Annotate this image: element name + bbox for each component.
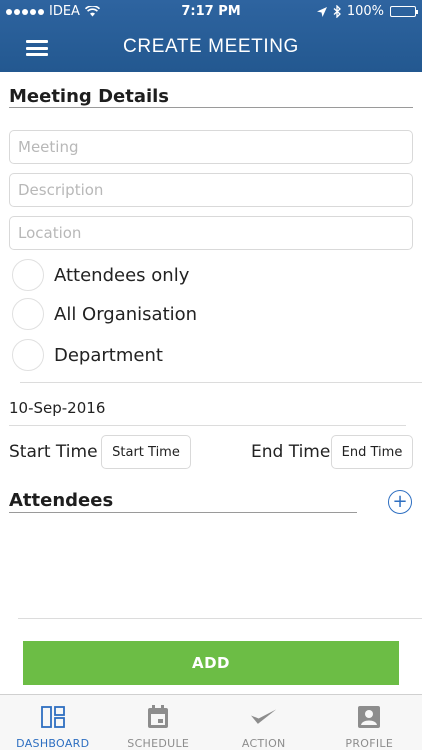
divider <box>20 382 422 383</box>
checkmark-icon <box>250 704 277 729</box>
tab-label: SCHEDULE <box>127 737 190 750</box>
battery-icon <box>390 6 418 17</box>
profile-icon <box>356 704 382 729</box>
tab-label: DASHBOARD <box>16 737 90 750</box>
status-bar: IDEA 7:17 PM 100% <box>0 0 422 24</box>
radio-label: Attendees only <box>54 264 190 286</box>
divider <box>9 425 406 426</box>
tab-bar: DASHBOARD SCHEDULE ACTION PROFILE <box>0 694 422 750</box>
radio-label: All Organisation <box>54 303 198 325</box>
attendees-heading: Attendees <box>9 490 114 511</box>
location-arrow-icon <box>316 6 327 17</box>
tab-schedule[interactable]: SCHEDULE <box>106 695 212 750</box>
app-header: IDEA 7:17 PM 100% CREATE MEETING <box>0 0 422 72</box>
tab-label: PROFILE <box>345 737 394 750</box>
meeting-date[interactable]: 10-Sep-2016 <box>9 399 105 417</box>
bluetooth-icon <box>333 5 341 18</box>
tab-dashboard[interactable]: DASHBOARD <box>0 695 106 750</box>
radio-button[interactable] <box>12 259 44 291</box>
meeting-details-heading: Meeting Details <box>9 86 170 107</box>
add-attendee-icon[interactable]: + <box>388 490 412 514</box>
radio-button[interactable] <box>12 298 44 330</box>
divider <box>9 512 357 513</box>
radio-department[interactable]: Department <box>12 339 163 371</box>
meeting-input[interactable] <box>9 130 413 164</box>
page-title: CREATE MEETING <box>123 36 299 57</box>
start-time-button[interactable]: Start Time <box>101 435 191 469</box>
radio-label: Department <box>54 344 163 366</box>
radio-button[interactable] <box>12 339 44 371</box>
end-time-label: End Time <box>251 442 331 462</box>
radio-attendees-only[interactable]: Attendees only <box>12 259 189 291</box>
end-time-button[interactable]: End Time <box>331 435 413 469</box>
location-input[interactable] <box>9 216 413 250</box>
dashboard-icon <box>40 704 66 729</box>
tab-label: ACTION <box>241 737 286 750</box>
radio-all-organisation[interactable]: All Organisation <box>12 298 197 330</box>
calendar-icon <box>145 704 171 729</box>
start-time-label: Start Time <box>9 442 98 462</box>
add-button[interactable]: ADD <box>23 641 399 685</box>
tab-profile[interactable]: PROFILE <box>317 695 422 750</box>
description-input[interactable] <box>9 173 413 207</box>
divider <box>18 618 422 619</box>
battery-percent: 100% <box>346 4 384 19</box>
divider <box>9 107 413 108</box>
tab-action[interactable]: ACTION <box>211 695 317 750</box>
